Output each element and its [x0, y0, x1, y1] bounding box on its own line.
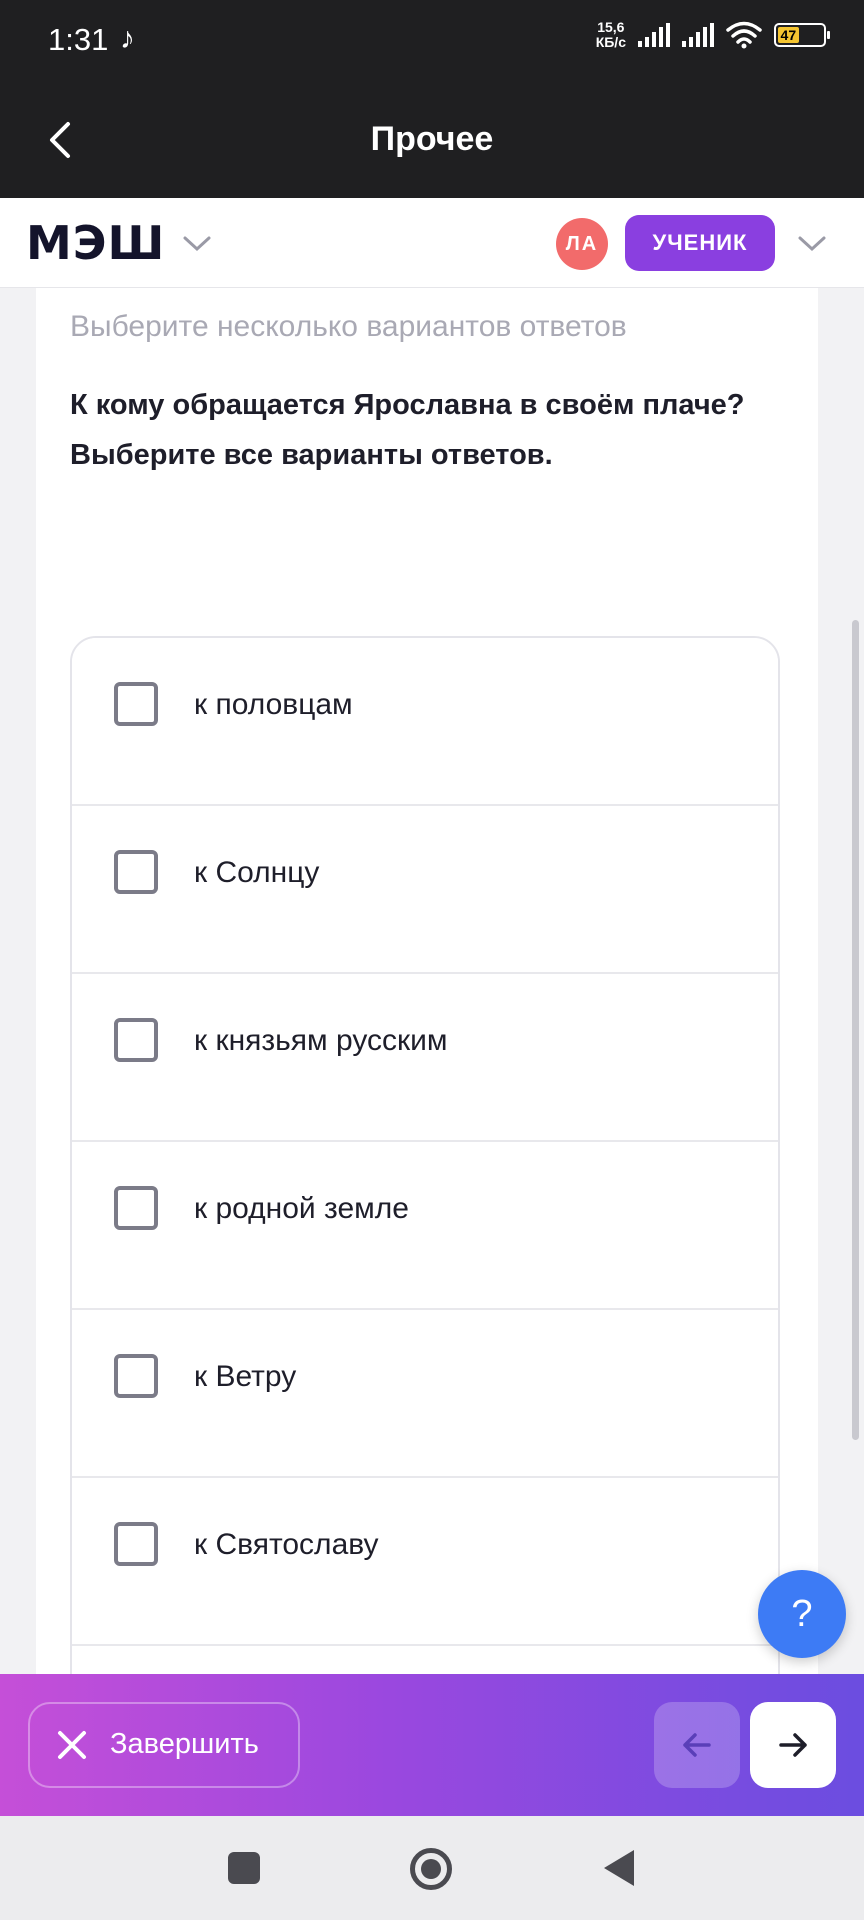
- answer-option-label: к родной земле: [194, 1192, 409, 1225]
- answer-option[interactable]: к родной земле: [72, 1142, 778, 1310]
- previous-button[interactable]: [654, 1702, 740, 1788]
- next-button[interactable]: [750, 1702, 836, 1788]
- status-bar: 1:31 ♪ 15,6 КБ/с 47: [0, 0, 864, 82]
- checkbox[interactable]: [114, 682, 158, 726]
- recents-icon[interactable]: [228, 1852, 260, 1884]
- network-speed-value: 15,6: [597, 19, 625, 35]
- network-speed: 15,6 КБ/с: [596, 20, 626, 50]
- answer-option-label: к князьям русским: [194, 1024, 448, 1057]
- system-back-icon[interactable]: [604, 1850, 634, 1886]
- home-icon[interactable]: [410, 1848, 452, 1890]
- mesh-header: МЭШ ЛА УЧЕНИК: [0, 198, 864, 288]
- finish-button[interactable]: Завершить: [28, 1702, 300, 1788]
- answer-option-label: к Ветру: [194, 1360, 297, 1393]
- chevron-down-icon[interactable]: [180, 234, 214, 254]
- question-text: К кому обращается Ярославна в своём плач…: [70, 389, 745, 471]
- checkbox[interactable]: [114, 1186, 158, 1230]
- finish-button-label: Завершить: [110, 1728, 259, 1760]
- question-card: Выберите несколько вариантов ответов К к…: [36, 288, 818, 1816]
- checkbox[interactable]: [114, 1522, 158, 1566]
- answer-option[interactable]: к Святославу: [72, 1478, 778, 1646]
- status-time: 1:31: [48, 22, 109, 57]
- checkbox[interactable]: [114, 1354, 158, 1398]
- app-bar: Прочее: [0, 82, 864, 198]
- signal-icon-2: [682, 23, 714, 47]
- answer-option-label: к Святославу: [194, 1528, 379, 1561]
- answer-option[interactable]: к Солнцу: [72, 806, 778, 974]
- answer-option-label: к половцам: [194, 688, 353, 721]
- action-bar: Завершить: [0, 1674, 864, 1816]
- mesh-logo[interactable]: МЭШ: [26, 216, 165, 270]
- task-hint: Выберите несколько вариантов ответов: [70, 310, 627, 343]
- battery-icon: 47: [774, 23, 830, 47]
- close-icon: [58, 1731, 86, 1759]
- answer-option-label: к Солнцу: [194, 856, 320, 889]
- system-nav-bar: [0, 1816, 864, 1920]
- answer-option[interactable]: к Ветру: [72, 1310, 778, 1478]
- answer-option[interactable]: к князьям русским: [72, 974, 778, 1142]
- avatar[interactable]: ЛА: [556, 218, 608, 270]
- profile-chevron-down-icon[interactable]: [795, 234, 829, 254]
- arrow-right-icon: [779, 1733, 807, 1757]
- status-icons: 15,6 КБ/с 47: [596, 20, 830, 50]
- page-title: Прочее: [370, 120, 494, 158]
- checkbox[interactable]: [114, 1018, 158, 1062]
- arrow-left-icon: [683, 1733, 711, 1757]
- network-speed-unit: КБ/с: [595, 34, 626, 50]
- role-button[interactable]: УЧЕНИК: [625, 215, 775, 271]
- battery-level: 47: [778, 27, 799, 43]
- wifi-icon: [726, 21, 762, 49]
- answer-option[interactable]: к половцам: [72, 638, 778, 806]
- scrollbar[interactable]: [852, 620, 859, 1440]
- answer-options: к половцам к Солнцу к князьям русским к …: [70, 636, 780, 1816]
- signal-icon: [638, 23, 670, 47]
- checkbox[interactable]: [114, 850, 158, 894]
- tiktok-icon: ♪: [120, 22, 135, 55]
- help-button[interactable]: ?: [758, 1570, 846, 1658]
